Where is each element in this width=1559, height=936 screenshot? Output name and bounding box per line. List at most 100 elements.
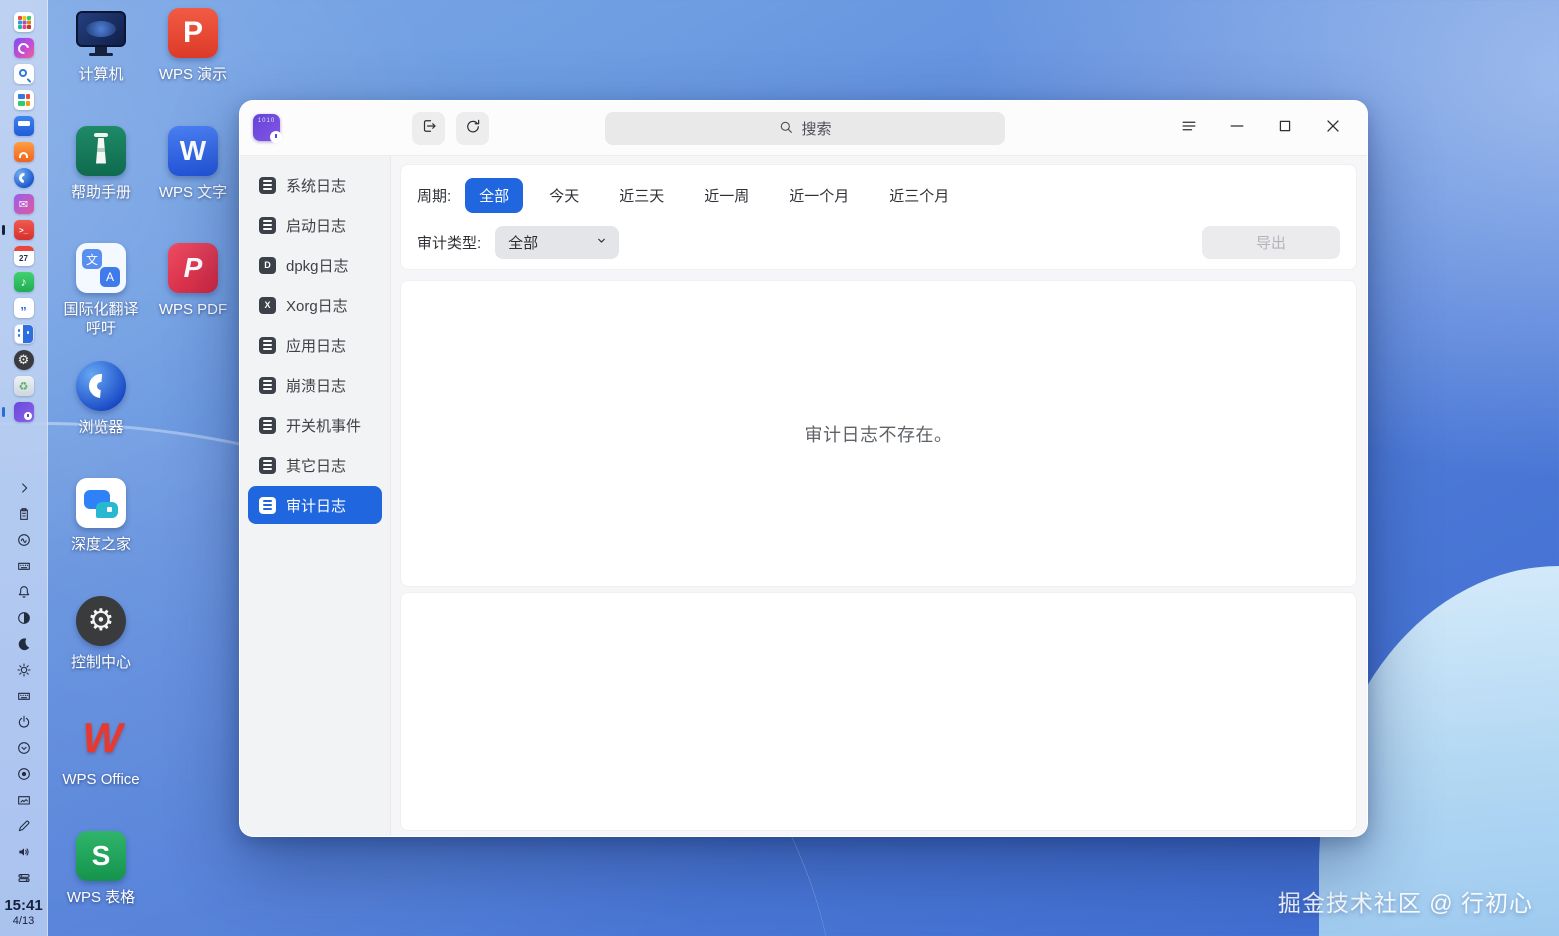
desktop-icon-browser[interactable]: 浏览器	[57, 359, 145, 437]
desktop-icon-control-center[interactable]: ⚙控制中心	[57, 594, 145, 672]
app-logo-icon: 1010	[253, 114, 280, 141]
brightness-icon[interactable]	[0, 657, 48, 683]
desktop-icon-help-manual[interactable]: 帮助手册	[57, 124, 145, 202]
sidebar-item-应用日志[interactable]: 应用日志	[248, 326, 382, 364]
eye-comfort-icon[interactable]	[0, 605, 48, 631]
dock-launcher-icon[interactable]	[0, 9, 48, 35]
maximize-icon	[1275, 116, 1295, 141]
dock-calendar-icon[interactable]: 27	[0, 243, 48, 269]
desktop-icon-i18n-translation[interactable]: 文A国际化翻译呼吁	[57, 241, 145, 338]
annotate-pen-icon[interactable]	[0, 813, 48, 839]
browser-icon	[14, 168, 34, 188]
dock-voice-notes-icon[interactable]	[0, 295, 48, 321]
dock-log-viewer-icon[interactable]	[0, 399, 48, 425]
refresh-button[interactable]	[456, 112, 489, 145]
dock-multitask-view-icon[interactable]	[0, 87, 48, 113]
desktop-icon-wps-writer[interactable]: WWPS 文字	[149, 124, 237, 202]
log-category-icon: X	[259, 297, 276, 314]
main-area: 周期: 全部今天近三天近一周近一个月近三个月 审计类型: 全部 导出 审计日志不…	[391, 156, 1367, 837]
period-row: 周期: 全部今天近三天近一周近一个月近三个月	[417, 176, 1340, 214]
keyboard-layout-icon[interactable]	[0, 683, 48, 709]
file-manager-icon	[14, 116, 34, 136]
clipboard-icon[interactable]	[0, 501, 48, 527]
text-editor-icon	[14, 324, 34, 344]
dock-music-icon[interactable]	[0, 269, 48, 295]
period-tab-全部[interactable]: 全部	[465, 178, 523, 213]
audit-type-select[interactable]: 全部	[495, 226, 619, 259]
trash-icon	[14, 376, 34, 396]
desktop-icon-label: 浏览器	[78, 418, 123, 437]
sidebar-item-崩溃日志[interactable]: 崩溃日志	[248, 366, 382, 404]
desktop-icon-computer[interactable]: 计算机	[57, 6, 145, 84]
sidebar-item-dpkg日志[interactable]: Ddpkg日志	[248, 246, 382, 284]
screen-recorder-icon[interactable]	[0, 761, 48, 787]
sidebar-item-其它日志[interactable]: 其它日志	[248, 446, 382, 484]
log-category-icon	[259, 177, 276, 194]
sidebar-item-label: 开关机事件	[286, 415, 361, 436]
close-button[interactable]	[1309, 105, 1357, 153]
dock-terminal-icon[interactable]	[0, 217, 48, 243]
desktop-icon-deepin-home[interactable]: 深度之家	[57, 476, 145, 554]
desktop-icon-label: WPS 演示	[159, 65, 227, 84]
period-tab-近一个月[interactable]: 近一个月	[775, 178, 863, 213]
dock-text-editor-icon[interactable]	[0, 321, 48, 347]
volume-icon[interactable]	[0, 839, 48, 865]
desktop-icon-wps-pdf[interactable]: PWPS PDF	[149, 241, 237, 319]
desktop-icon-label: 深度之家	[71, 535, 131, 554]
screenshot-icon[interactable]	[0, 787, 48, 813]
export-log-icon-button[interactable]	[412, 112, 445, 145]
log-category-icon: D	[259, 257, 276, 274]
dock-app-list: 27	[0, 9, 48, 425]
period-tab-近一周[interactable]: 近一周	[690, 178, 763, 213]
dock-file-manager-icon[interactable]	[0, 113, 48, 139]
night-mode-icon[interactable]	[0, 631, 48, 657]
dock-settings-icon[interactable]	[0, 865, 48, 891]
desktop-icon-wps-spreadsheet[interactable]: SWPS 表格	[57, 829, 145, 907]
sidebar-item-系统日志[interactable]: 系统日志	[248, 166, 382, 204]
dock-app-store-icon[interactable]	[0, 139, 48, 165]
period-tab-近三个月[interactable]: 近三个月	[875, 178, 963, 213]
dock-browser-icon[interactable]	[0, 165, 48, 191]
dock-settings-icon[interactable]	[0, 347, 48, 373]
audit-type-label: 审计类型:	[417, 232, 481, 253]
dock-uos-ai-icon[interactable]	[0, 35, 48, 61]
menu-button[interactable]	[1165, 105, 1213, 153]
sidebar: 系统日志启动日志 Ddpkg日志XXorg日志应用日志崩溃日志开关机事件其它日志审…	[240, 156, 391, 837]
sidebar-item-label: 审计日志	[286, 495, 346, 516]
period-tab-今天[interactable]: 今天	[535, 178, 593, 213]
system-monitor-icon[interactable]	[0, 527, 48, 553]
export-button[interactable]: 导出	[1202, 226, 1340, 259]
desktop-icon-wps-presentation[interactable]: PWPS 演示	[149, 6, 237, 84]
dock-trash-icon[interactable]	[0, 373, 48, 399]
log-viewer-window: 1010 搜索 系统日志启动日志 Ddpkg日志XXorg日志应用日志崩溃日志开关…	[239, 100, 1368, 837]
virtual-keyboard-icon[interactable]	[0, 553, 48, 579]
search-input[interactable]: 搜索	[605, 112, 1005, 145]
sidebar-item-开关机事件[interactable]: 开关机事件	[248, 406, 382, 444]
uos-ai-icon	[14, 38, 34, 58]
chevron-down-icon	[594, 233, 609, 252]
desktop-icon-label: 控制中心	[71, 653, 131, 672]
sidebar-item-Xorg日志[interactable]: XXorg日志	[248, 286, 382, 324]
power-icon[interactable]	[0, 709, 48, 735]
desktop-icon-label: 计算机	[78, 65, 123, 84]
sidebar-item-审计日志[interactable]: 审计日志	[248, 486, 382, 524]
dock-grand-search-icon[interactable]	[0, 61, 48, 87]
maximize-button[interactable]	[1261, 105, 1309, 153]
minimize-button[interactable]	[1213, 105, 1261, 153]
updates-icon[interactable]	[0, 735, 48, 761]
dock-mail-icon[interactable]	[0, 191, 48, 217]
expand-chevron-icon[interactable]	[0, 475, 48, 501]
notification-bell-icon[interactable]	[0, 579, 48, 605]
desktop-icon-label: WPS PDF	[159, 300, 227, 319]
grand-search-icon	[14, 64, 34, 84]
dock-clock[interactable]: 15:41 4/13	[4, 897, 42, 927]
sidebar-item-启动日志[interactable]: 启动日志	[248, 206, 382, 244]
dock-tray-list	[0, 475, 48, 891]
sidebar-item-label: 启动日志	[286, 215, 346, 236]
window-body: 系统日志启动日志Ddpkg日志XXorg日志应用日志崩溃日志开关机事件其它日志审…	[240, 156, 1367, 837]
desktop-icon-wps-office[interactable]: WWPS Office	[57, 711, 145, 789]
sidebar-item-label: 崩溃日志	[286, 375, 346, 396]
music-icon	[14, 272, 34, 292]
log-list-panel: 审计日志不存在。	[400, 280, 1357, 587]
period-tab-近三天[interactable]: 近三天	[605, 178, 678, 213]
